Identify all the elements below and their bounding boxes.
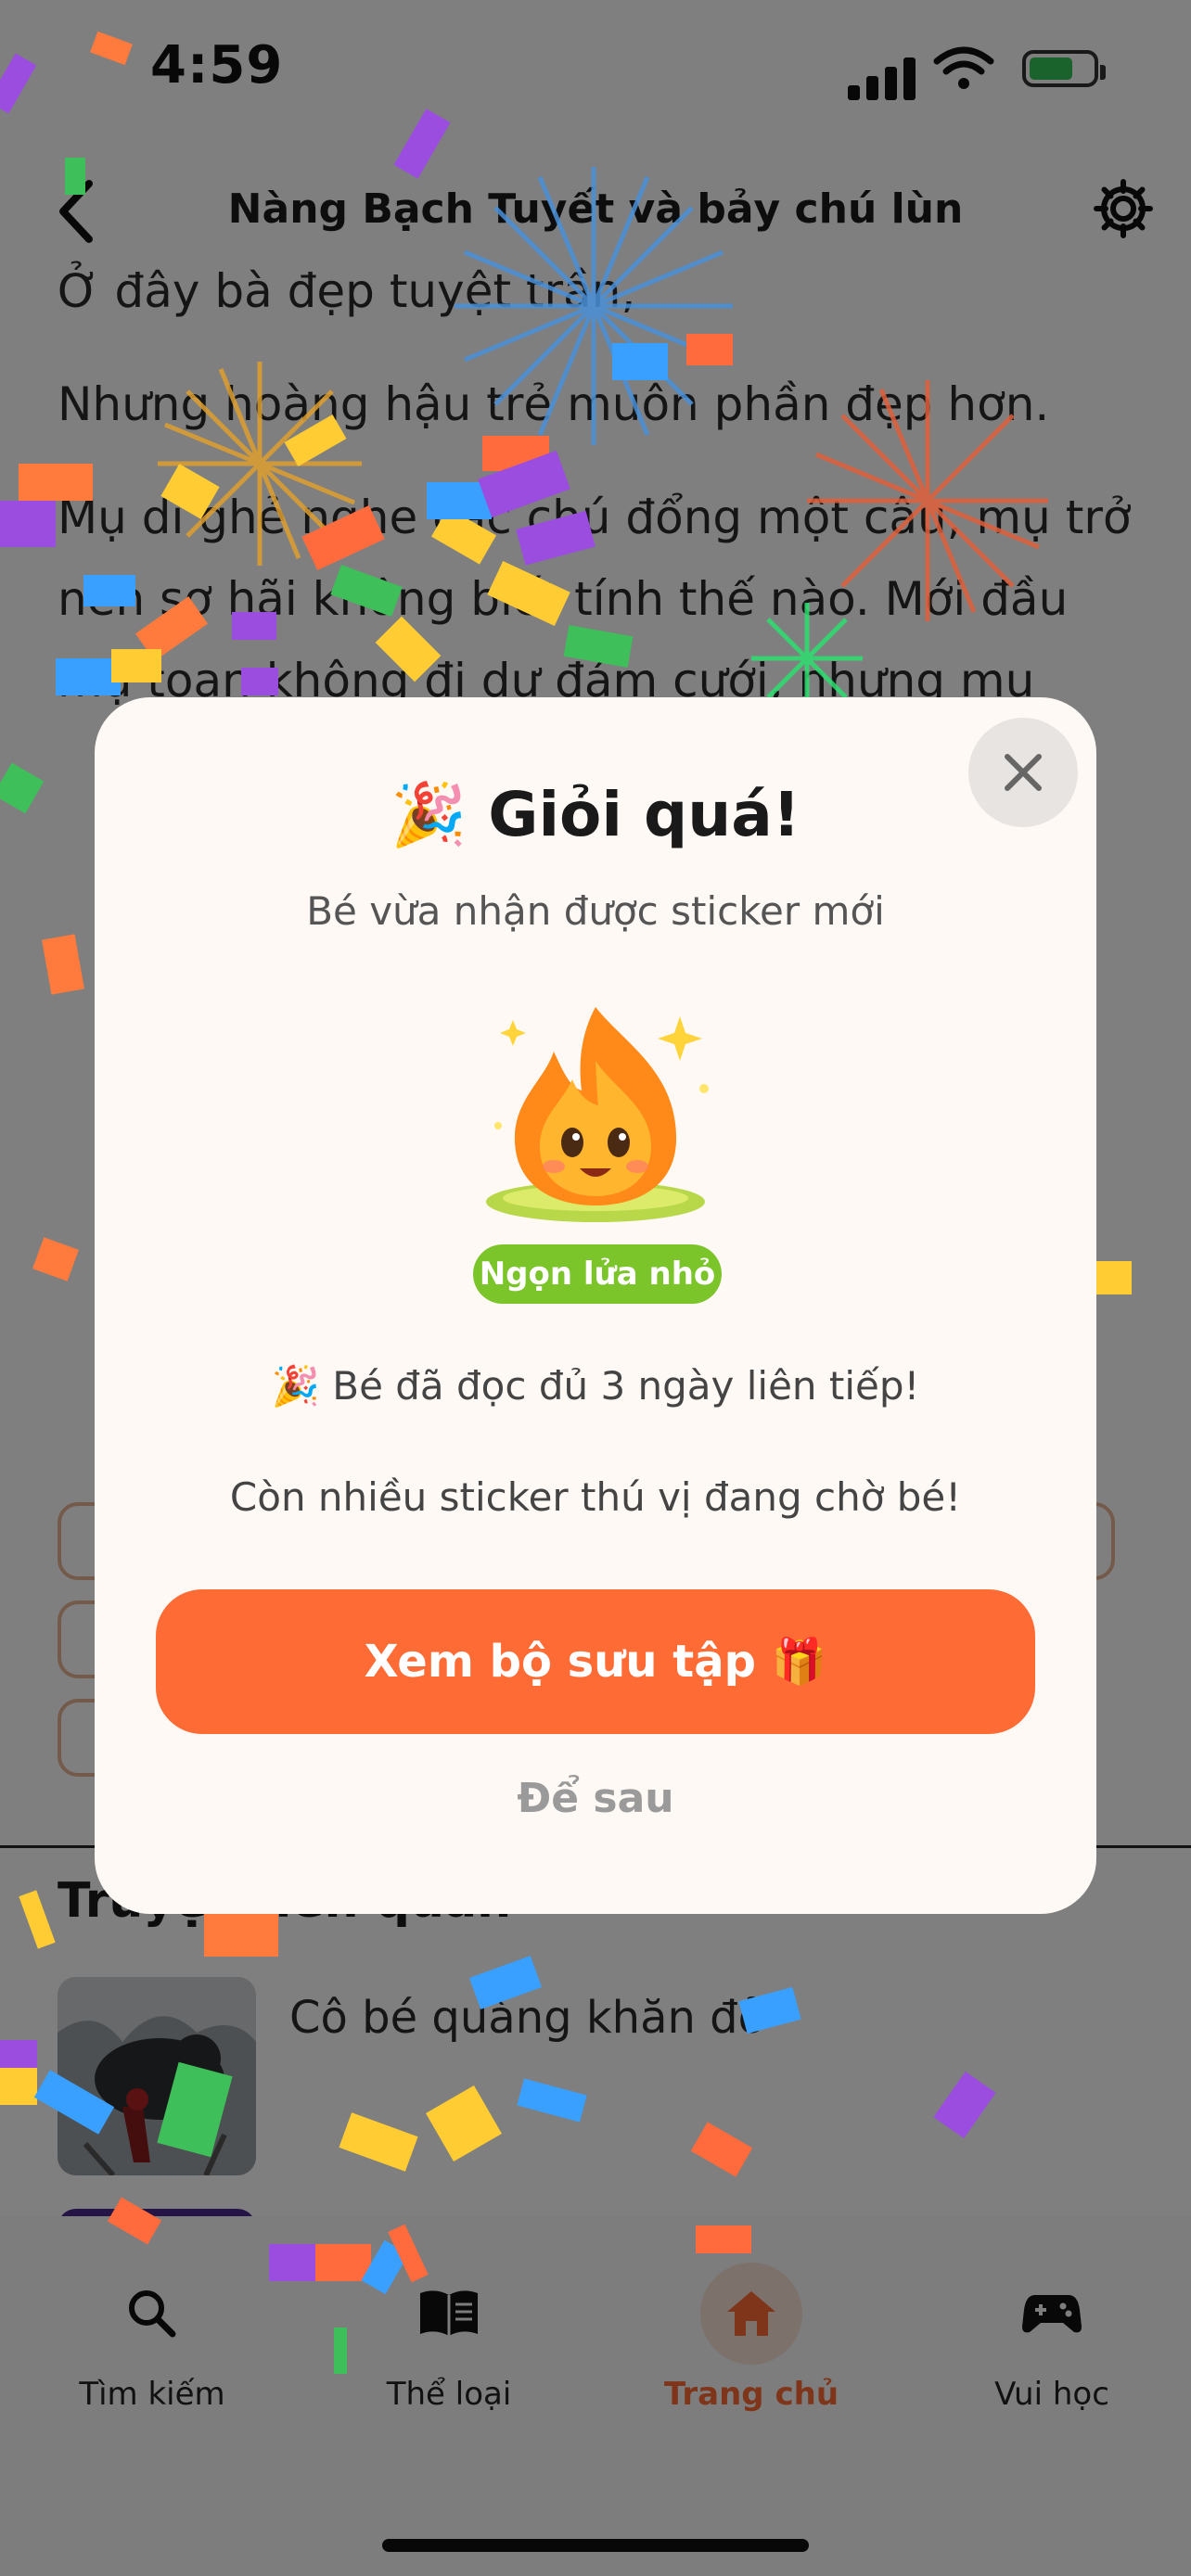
flame-sticker-icon (486, 1007, 709, 1222)
modal-title: 🎉 Giỏi quá! (391, 779, 800, 850)
reward-modal: 🎉 Giỏi quá! Bé vừa nhận được sticker mới… (95, 697, 1096, 1914)
sticker-name-badge: Ngọn lửa nhỏ (473, 1244, 722, 1304)
modal-subtitle: Bé vừa nhận được sticker mới (306, 888, 885, 934)
streak-message: 🎉 Bé đã đọc đủ 3 ngày liên tiếp! (271, 1363, 920, 1409)
later-button[interactable]: Để sau (95, 1775, 1096, 1822)
more-stickers-message: Còn nhiều sticker thú vị đang chờ bé! (229, 1474, 962, 1520)
view-collection-button[interactable]: Xem bộ sưu tập 🎁 (156, 1589, 1035, 1734)
